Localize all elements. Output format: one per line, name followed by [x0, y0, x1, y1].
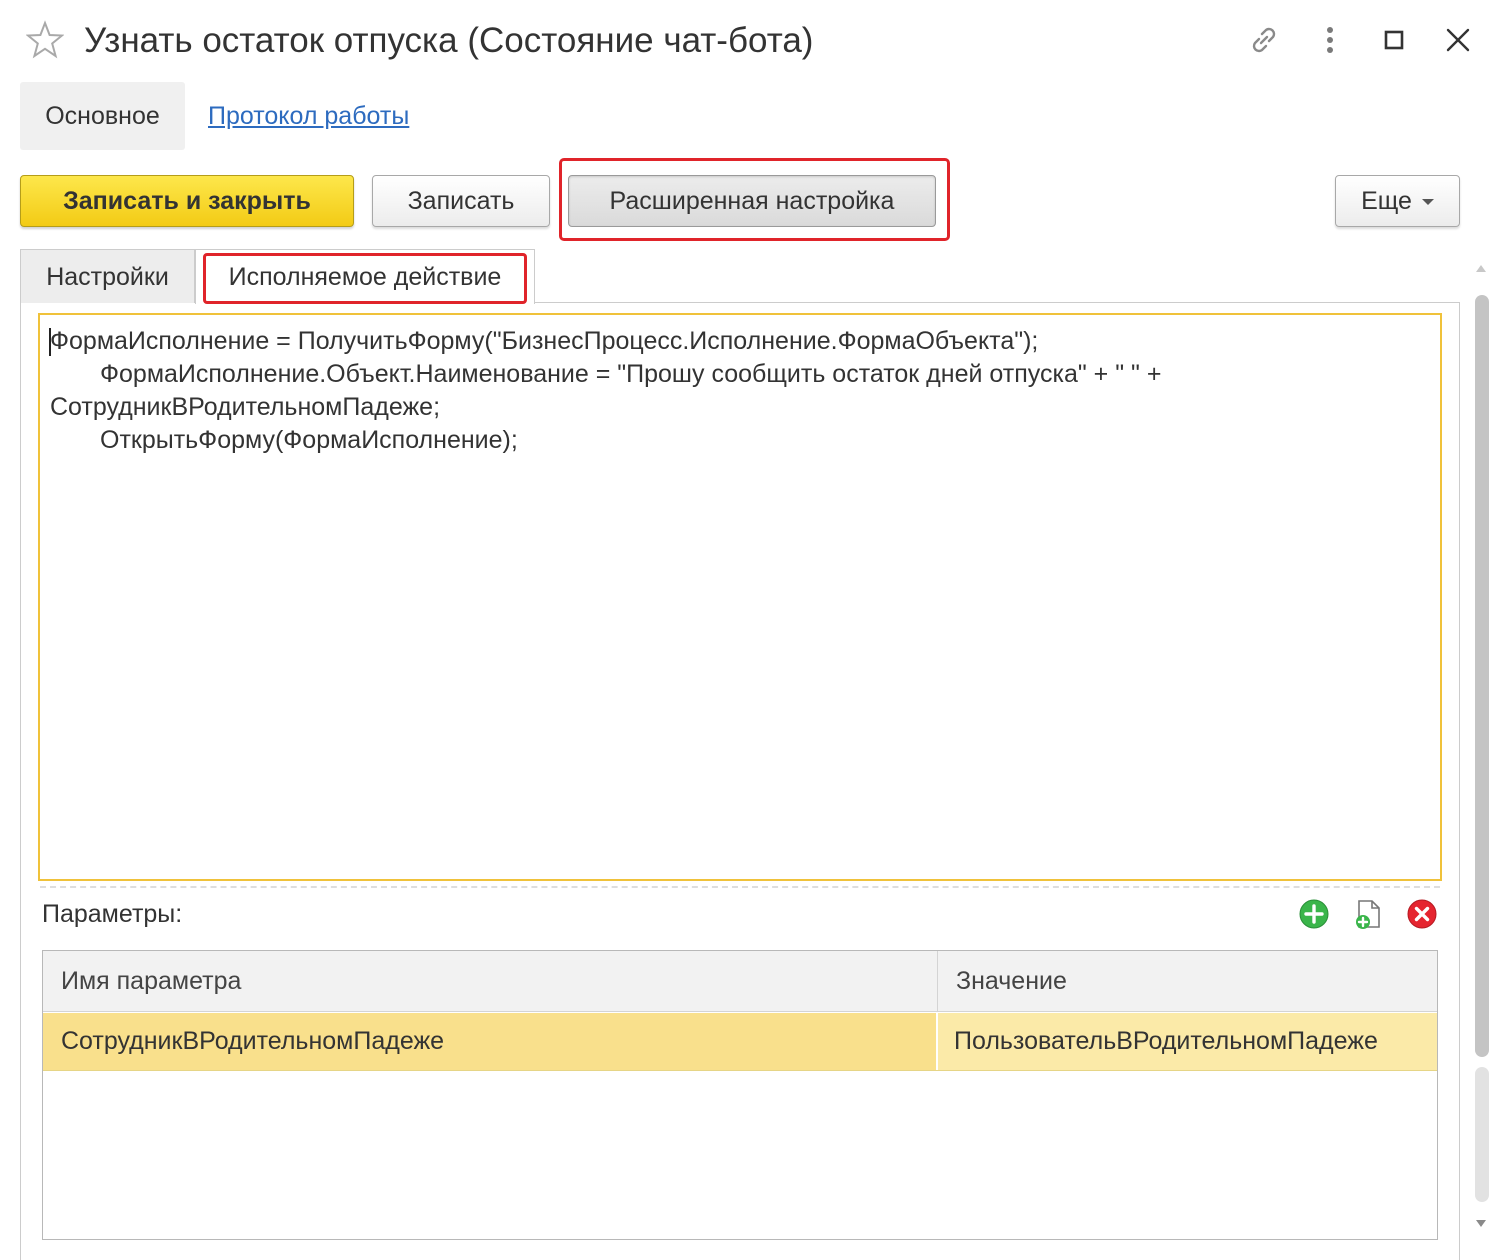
nav-main[interactable]: Основное — [20, 82, 185, 150]
table-header: Имя параметра Значение — [43, 951, 1437, 1012]
code-line: ФормаИсполнение.Объект.Наименование = "П… — [100, 360, 1162, 388]
tab-settings[interactable]: Настройки — [20, 249, 195, 303]
scroll-down-arrow-icon[interactable] — [1476, 1220, 1486, 1227]
code-line: ФормаИсполнение = ПолучитьФорму("БизнесП… — [50, 327, 1039, 355]
panel-border-left — [20, 302, 21, 1260]
panel-border-right — [1459, 302, 1460, 1260]
params-label: Параметры: — [42, 900, 183, 928]
text-cursor — [49, 328, 51, 356]
scroll-up-arrow-icon[interactable] — [1476, 265, 1486, 272]
column-header-value[interactable]: Значение — [938, 951, 1437, 1011]
star-icon[interactable] — [26, 20, 64, 60]
table-row[interactable]: СотрудникВРодительномПадеже Пользователь… — [43, 1013, 1437, 1071]
window-title: Узнать остаток отпуска (Состояние чат-бо… — [84, 21, 814, 60]
code-line: ОткрытьФорму(ФормаИсполнение); — [100, 426, 518, 454]
delete-icon[interactable] — [1406, 898, 1438, 930]
scrollbar-thumb[interactable] — [1475, 295, 1489, 1057]
more-menu-button[interactable]: Еще — [1335, 175, 1460, 227]
maximize-icon[interactable] — [1376, 22, 1412, 58]
window-titlebar: Узнать остаток отпуска (Состояние чат-бо… — [0, 0, 1493, 82]
code-editor[interactable]: ФормаИсполнение = ПолучитьФорму("БизнесП… — [38, 313, 1442, 881]
scrollbar-track[interactable] — [1475, 1067, 1489, 1202]
param-value-cell[interactable]: ПользовательВРодительномПадеже — [938, 1013, 1437, 1070]
link-icon[interactable] — [1246, 22, 1282, 58]
new-document-icon[interactable] — [1352, 898, 1384, 930]
nav-work-log-link[interactable]: Протокол работы — [208, 82, 409, 150]
column-header-name[interactable]: Имя параметра — [43, 951, 938, 1011]
executed-action-tab-highlight — [203, 253, 527, 304]
save-and-close-button[interactable]: Записать и закрыть — [20, 175, 354, 227]
chevron-down-icon — [1421, 199, 1434, 206]
advanced-settings-highlight — [559, 158, 950, 241]
add-icon[interactable] — [1298, 898, 1330, 930]
splitter[interactable] — [40, 886, 1440, 888]
more-menu-label: Еще — [1361, 187, 1412, 215]
close-icon[interactable] — [1440, 22, 1476, 58]
param-name-cell[interactable]: СотрудникВРодительномПадеже — [43, 1013, 936, 1070]
params-table[interactable]: Имя параметра Значение СотрудникВРодител… — [42, 950, 1438, 1240]
more-vertical-icon[interactable] — [1312, 22, 1348, 58]
code-line: СотрудникВРодительномПадеже; — [50, 393, 441, 421]
save-button[interactable]: Записать — [372, 175, 550, 227]
